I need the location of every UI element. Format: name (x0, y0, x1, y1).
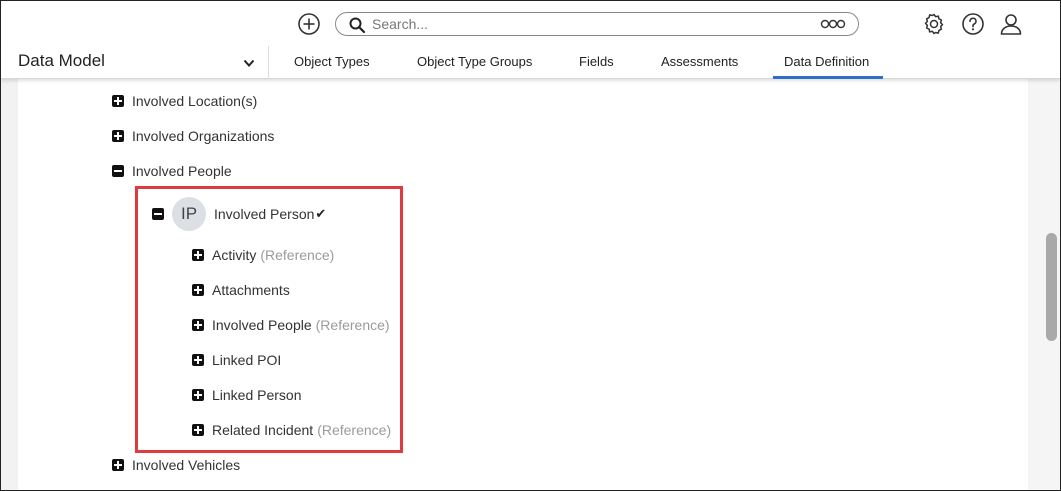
help-icon[interactable] (961, 12, 985, 36)
data-model-label: Data Model (18, 51, 105, 70)
tree-item-label: Involved People (132, 163, 232, 179)
tab-fields[interactable]: Fields (579, 54, 614, 79)
tree-item-label: Involved Location(s) (132, 93, 258, 109)
tab-object-types[interactable]: Object Types (294, 54, 370, 79)
data-model-dropdown[interactable]: Data Model (1, 46, 269, 79)
tree-item-involved-locations[interactable]: Involved Location(s) (112, 92, 257, 110)
expand-icon[interactable] (112, 130, 124, 142)
scrollbar-thumb[interactable] (1046, 233, 1057, 341)
tree-item-involved-vehicles[interactable]: Involved Vehicles (112, 456, 240, 474)
tree-item-label: Involved Organizations (132, 128, 275, 144)
app-window: Search... Data Model Object Types Object… (0, 0, 1061, 491)
collapse-icon[interactable] (112, 165, 124, 177)
gear-icon[interactable] (922, 12, 946, 36)
highlight-box (135, 186, 403, 453)
add-icon[interactable] (297, 12, 321, 36)
tab-data-definition[interactable]: Data Definition (773, 54, 883, 79)
search-input[interactable]: Search... (335, 12, 859, 36)
user-profile-icon[interactable] (999, 12, 1023, 36)
tree-item-involved-people[interactable]: Involved People (112, 162, 232, 180)
tab-assessments[interactable]: Assessments (661, 54, 738, 79)
search-placeholder: Search... (372, 16, 429, 32)
tree-item-involved-organizations[interactable]: Involved Organizations (112, 127, 274, 145)
more-options-icon[interactable] (820, 17, 846, 31)
search-icon (349, 17, 366, 34)
left-gutter (1, 79, 18, 490)
expand-icon[interactable] (112, 95, 124, 107)
nav-bar: Data Model Object Types Object Type Grou… (1, 46, 1060, 79)
tree-item-label: Involved Vehicles (132, 457, 241, 473)
chevron-down-icon (243, 59, 255, 67)
expand-icon[interactable] (112, 459, 124, 471)
top-bar: Search... (1, 1, 1060, 46)
tab-object-type-groups[interactable]: Object Type Groups (417, 54, 532, 79)
